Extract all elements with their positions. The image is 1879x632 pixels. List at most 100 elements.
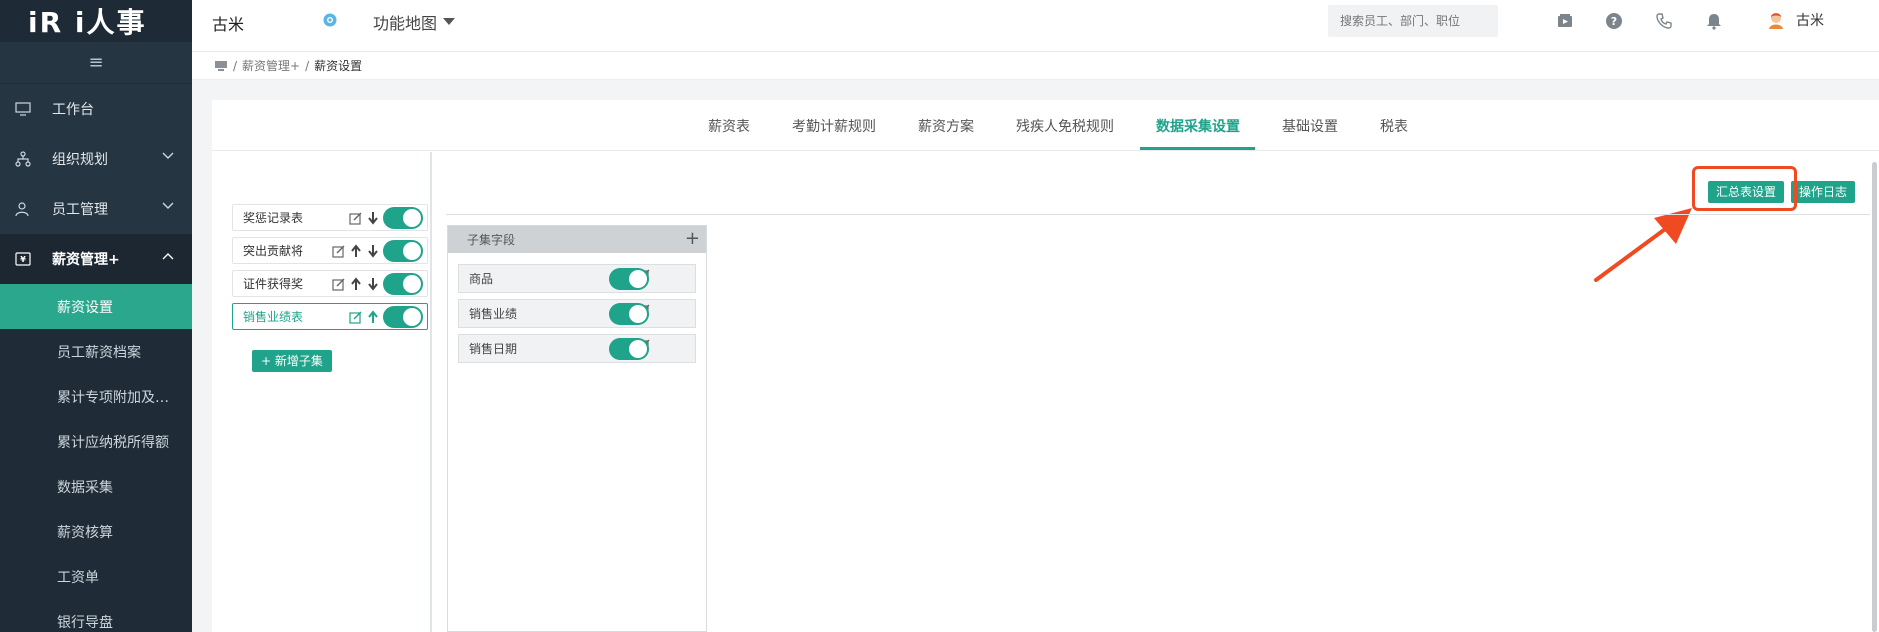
tab-salary-plan[interactable]: 薪资方案 (918, 116, 974, 136)
sidebar-item-org[interactable]: 组织规划 (0, 134, 192, 184)
function-map-dropdown[interactable]: 功能地图 (373, 10, 456, 34)
sidebar-subitem-special-deduction[interactable]: 累计专项附加及… (0, 374, 192, 419)
column-divider (430, 152, 432, 632)
divider (446, 214, 1870, 215)
menu-icon: ≡ (88, 52, 104, 73)
active-tab-indicator (1140, 147, 1255, 150)
enable-toggle[interactable] (383, 273, 423, 295)
tab-tax-table[interactable]: 税表 (1380, 116, 1408, 136)
sidebar-collapse-button[interactable]: ≡ (0, 42, 192, 84)
enable-toggle[interactable] (383, 240, 423, 262)
subset-item-selected[interactable]: 销售业绩表 (232, 303, 428, 330)
arrow-down-icon[interactable] (366, 277, 380, 291)
edit-icon[interactable] (332, 244, 346, 258)
svg-text:¥: ¥ (20, 255, 26, 264)
edit-icon[interactable] (349, 310, 363, 324)
enable-toggle[interactable] (609, 303, 649, 325)
search-input[interactable] (1328, 5, 1498, 37)
tab-disability-tax-rules[interactable]: 残疾人免税规则 (1016, 116, 1114, 136)
edit-icon[interactable] (349, 211, 363, 225)
arrow-up-icon[interactable] (366, 310, 380, 324)
caret-down-icon (443, 18, 456, 25)
phone-icon[interactable] (1655, 12, 1673, 30)
arrow-up-icon[interactable] (349, 277, 363, 291)
subset-item[interactable]: 突出贡献将 (232, 237, 428, 264)
breadcrumb: / 薪资管理+ / 薪资设置 (192, 52, 1879, 80)
field-label: 商品 (469, 272, 494, 286)
user-icon (14, 200, 32, 218)
function-map-label: 功能地图 (373, 14, 438, 33)
sidebar-item-label: 工作台 (52, 102, 94, 118)
user-menu[interactable]: 古米 (1766, 10, 1824, 30)
arrow-down-icon[interactable] (366, 211, 380, 225)
user-name: 古米 (1796, 13, 1824, 29)
breadcrumb-separator: / (305, 58, 310, 73)
enable-toggle[interactable] (609, 338, 649, 360)
bell-icon[interactable] (1705, 12, 1723, 30)
sidebar-item-label: 员工管理 (52, 202, 108, 218)
field-item[interactable]: 商品 (458, 264, 696, 293)
arrow-down-icon[interactable] (366, 244, 380, 258)
sidebar-item-workbench[interactable]: 工作台 (0, 84, 192, 134)
field-item[interactable]: 销售日期 (458, 334, 696, 363)
gear-icon[interactable] (322, 12, 338, 28)
add-field-icon[interactable]: + (685, 229, 700, 249)
home-icon[interactable] (214, 60, 228, 72)
help-icon[interactable]: ? (1605, 12, 1623, 30)
sidebar-subitem-bank-export[interactable]: 银行导盘 (0, 599, 192, 632)
add-subset-button[interactable]: + 新增子集 (252, 350, 332, 372)
sidebar-subitem-salary-files[interactable]: 员工薪资档案 (0, 329, 192, 374)
annotation-highlight-box (1692, 166, 1797, 211)
logo-text: iR i人事 (28, 6, 147, 39)
breadcrumb-separator: / (233, 58, 238, 73)
sidebar-item-label: 薪资管理+ (52, 252, 120, 268)
subset-label: 销售业绩表 (243, 310, 304, 324)
sidebar-item-label: 组织规划 (52, 152, 108, 168)
tab-bar: 薪资表 考勤计薪规则 薪资方案 残疾人免税规则 数据采集设置 基础设置 税表 (212, 100, 1879, 151)
top-header: 古米 功能地图 ? 古米 (192, 0, 1879, 52)
main-card: 薪资表 考勤计薪规则 薪资方案 残疾人免税规则 数据采集设置 基础设置 税表 汇… (212, 100, 1879, 632)
subset-label: 突出贡献将 (243, 244, 304, 258)
chevron-down-icon (162, 152, 174, 159)
monitor-icon (14, 100, 32, 118)
enable-toggle[interactable] (609, 268, 649, 290)
field-item[interactable]: 销售业绩 (458, 299, 696, 328)
arrow-up-icon[interactable] (349, 244, 363, 258)
tab-attendance-rules[interactable]: 考勤计薪规则 (792, 116, 876, 136)
video-icon[interactable] (1556, 12, 1574, 30)
sidebar-subitem-payslip[interactable]: 工资单 (0, 554, 192, 599)
sidebar: iR i人事 ≡ 工作台 组织规划 员工管理 ¥ 薪资管理+ 薪资设置 员工薪资… (0, 0, 192, 632)
sidebar-subitem-data-collection[interactable]: 数据采集 (0, 464, 192, 509)
payroll-icon: ¥ (14, 250, 32, 268)
panel-header: 子集字段 + (448, 226, 706, 253)
operation-log-button[interactable]: 操作日志 (1791, 181, 1856, 203)
chevron-up-icon (162, 253, 174, 260)
org-chart-icon (14, 150, 32, 168)
avatar (1769, 13, 1783, 29)
sidebar-item-payroll[interactable]: ¥ 薪资管理+ (0, 234, 192, 284)
breadcrumb-parent[interactable]: 薪资管理+ (242, 57, 300, 74)
subset-item[interactable]: 奖惩记录表 (232, 204, 428, 231)
sidebar-item-employees[interactable]: 员工管理 (0, 184, 192, 234)
tab-data-collection-settings[interactable]: 数据采集设置 (1156, 116, 1240, 136)
field-label: 销售日期 (469, 342, 518, 356)
sidebar-subitem-taxable-income[interactable]: 累计应纳税所得额 (0, 419, 192, 464)
edit-icon[interactable] (332, 277, 346, 291)
svg-text:?: ? (1611, 15, 1617, 28)
subset-fields-panel: 子集字段 + 商品 销售业绩 销售日期 (447, 225, 707, 632)
tab-salary-table[interactable]: 薪资表 (708, 116, 750, 136)
enable-toggle[interactable] (383, 207, 423, 229)
sidebar-subitem-salary-calc[interactable]: 薪资核算 (0, 509, 192, 554)
enable-toggle[interactable] (383, 306, 423, 328)
sidebar-subitem-salary-settings[interactable]: 薪资设置 (0, 284, 192, 329)
subset-label: 奖惩记录表 (243, 211, 304, 225)
tab-basic-settings[interactable]: 基础设置 (1282, 116, 1338, 136)
field-label: 销售业绩 (469, 307, 518, 321)
app-logo[interactable]: iR i人事 (0, 0, 192, 42)
panel-title: 子集字段 (467, 233, 516, 247)
scrollbar[interactable] (1872, 162, 1877, 632)
company-name[interactable]: 古米 (212, 11, 244, 35)
subset-item[interactable]: 证件获得奖 (232, 270, 428, 297)
breadcrumb-current: 薪资设置 (314, 59, 363, 73)
annotation-arrow-icon (1594, 208, 1692, 282)
